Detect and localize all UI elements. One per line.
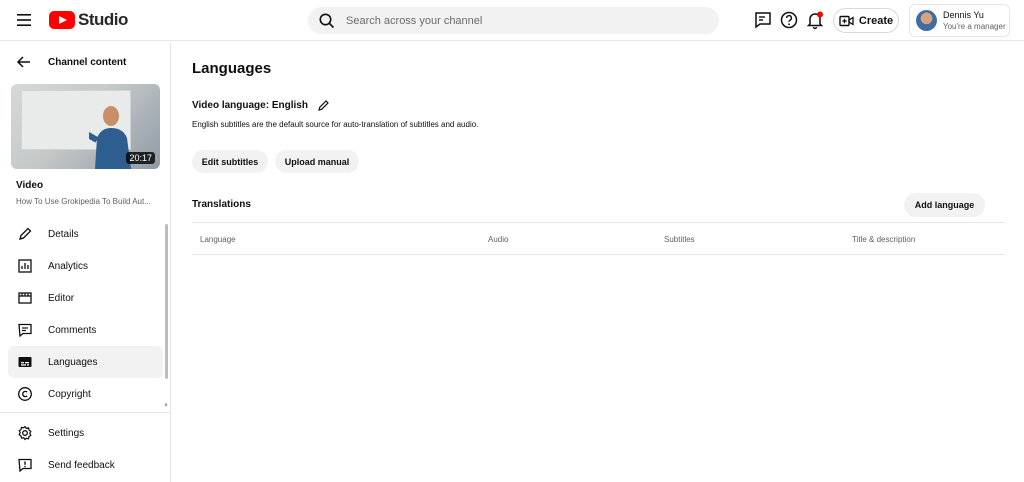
notifications-bell-icon[interactable] — [805, 10, 825, 30]
sidebar-item-label: Settings — [48, 427, 85, 439]
hamburger-menu-icon[interactable] — [14, 10, 36, 30]
sidebar-item-label: Comments — [48, 324, 97, 336]
edit-language-pencil-icon[interactable] — [317, 99, 330, 112]
sidebar-scrollbar[interactable] — [165, 224, 168, 379]
scroll-down-arrow-icon[interactable]: ▼ — [163, 403, 169, 409]
sidebar-item-label: Languages — [48, 356, 98, 368]
subtitles-icon — [18, 357, 32, 367]
avatar — [916, 10, 937, 31]
back-arrow-icon[interactable] — [16, 54, 32, 70]
copyright-icon — [18, 387, 32, 401]
account-role: You're a manager — [943, 21, 1006, 31]
translations-table-header: Language Audio Subtitles Title & descrip… — [192, 222, 1005, 255]
sidebar-item-settings[interactable]: Settings — [8, 417, 163, 449]
create-label: Create — [858, 14, 894, 27]
translations-heading: Translations — [192, 199, 251, 210]
sidebar-item-editor[interactable]: Editor — [8, 282, 163, 314]
video-camera-plus-icon — [839, 15, 854, 26]
youtube-logo-icon — [49, 11, 75, 29]
help-icon[interactable] — [779, 10, 799, 30]
search-input[interactable] — [346, 14, 706, 27]
page-title: Languages — [192, 60, 272, 77]
back-to-channel-content[interactable]: Channel content — [0, 52, 170, 72]
sidebar-divider — [0, 412, 170, 413]
language-description: English subtitles are the default source… — [192, 120, 479, 129]
edit-subtitles-button[interactable]: Edit subtitles — [192, 150, 268, 173]
video-label: Video — [16, 180, 44, 191]
logo-text: Studio — [78, 10, 128, 29]
video-language-label: Video language: English — [192, 100, 308, 111]
bottom-nav: Settings Send feedback — [8, 417, 163, 481]
upload-manual-button[interactable]: Upload manual — [275, 150, 359, 173]
messages-icon[interactable] — [753, 10, 773, 30]
back-label: Channel content — [48, 56, 127, 68]
sidebar-item-analytics[interactable]: Analytics — [8, 250, 163, 282]
search-icon[interactable] — [318, 12, 336, 30]
main-content: Languages Video language: English Englis… — [192, 42, 1006, 482]
column-header-subtitles: Subtitles — [664, 235, 695, 244]
add-language-button[interactable]: Add language — [904, 193, 985, 217]
sidebar-item-comments[interactable]: Comments — [8, 314, 163, 346]
sidebar-item-label: Editor — [48, 292, 75, 304]
account-name: Dennis Yu — [943, 9, 984, 20]
sidebar-item-details[interactable]: Details — [8, 218, 163, 250]
comments-icon — [18, 323, 32, 338]
account-switcher[interactable]: Dennis Yu You're a manager — [909, 4, 1010, 37]
column-header-audio: Audio — [488, 235, 509, 244]
column-header-language: Language — [200, 235, 236, 244]
pencil-icon — [19, 227, 32, 240]
sidebar-item-label: Details — [48, 228, 79, 240]
video-thumbnail[interactable]: 20:17 — [11, 84, 160, 169]
create-button[interactable]: Create — [833, 8, 899, 33]
editor-icon — [18, 292, 32, 304]
top-header: Studio Create Dennis Yu Yo — [0, 0, 1024, 41]
gear-icon — [18, 425, 32, 441]
sidebar-item-label: Copyright — [48, 388, 91, 400]
sidebar-item-copyright[interactable]: Copyright — [8, 378, 163, 410]
sidebar-item-label: Send feedback — [48, 459, 115, 471]
video-nav: Details Analytics Editor Comments Langua… — [8, 218, 163, 410]
video-title: How To Use Grokipedia To Build Aut... — [16, 197, 151, 206]
studio-logo[interactable]: Studio — [49, 9, 128, 31]
video-duration: 20:17 — [126, 152, 155, 164]
sidebar-item-label: Analytics — [48, 260, 89, 272]
video-language: Video language: English — [192, 99, 330, 112]
search-bar[interactable] — [308, 7, 719, 34]
column-header-title-description: Title & description — [852, 235, 916, 244]
feedback-icon — [18, 458, 32, 473]
analytics-icon — [18, 259, 32, 273]
sidebar-item-languages[interactable]: Languages — [8, 346, 163, 378]
sidebar-item-send-feedback[interactable]: Send feedback — [8, 449, 163, 481]
sidebar: Channel content 20:17 Video How To Use G… — [0, 42, 171, 482]
